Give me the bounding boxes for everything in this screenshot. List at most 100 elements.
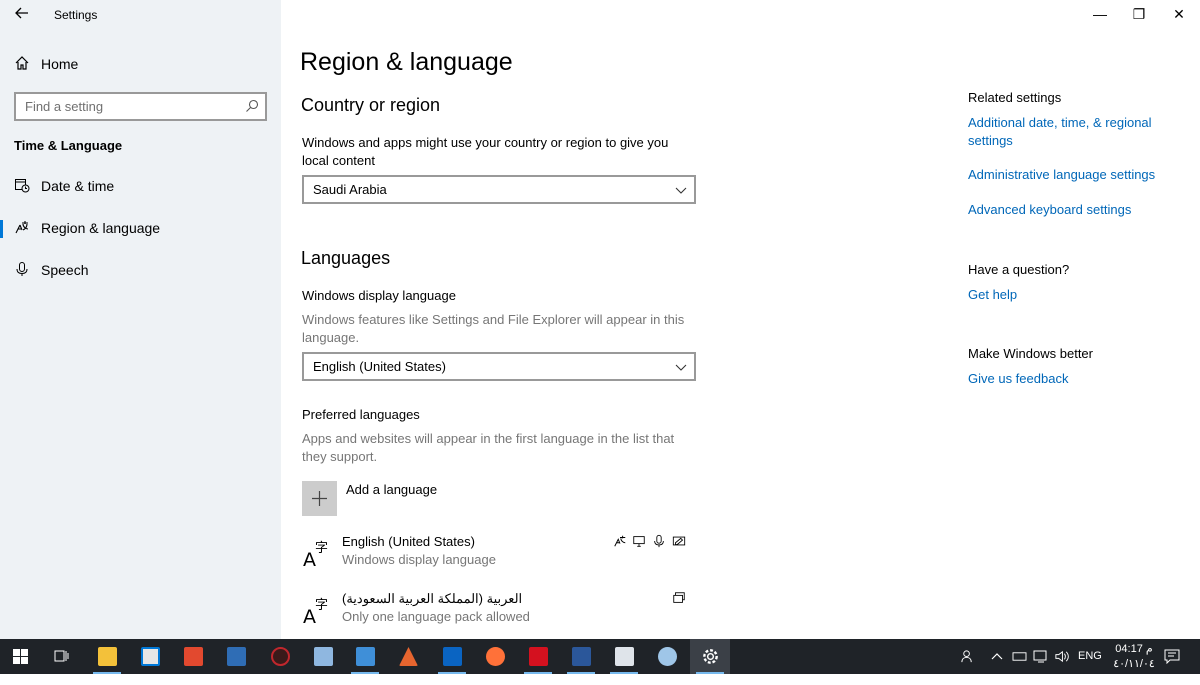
windows-logo-icon (13, 649, 28, 664)
palette-icon (658, 647, 677, 666)
restore-button[interactable]: ❐ (1127, 4, 1151, 24)
add-language-label[interactable]: Add a language (346, 481, 437, 499)
firefox-icon (486, 647, 505, 666)
preferred-languages-label: Preferred languages (302, 407, 420, 422)
administrative-language-link[interactable]: Administrative language settings (968, 166, 1155, 184)
task-view-icon (54, 650, 69, 662)
app-icon (399, 647, 418, 666)
word-icon (572, 647, 591, 666)
display-language-description: Windows features like Settings and File … (302, 312, 685, 345)
sidebar-item-label: Region & language (41, 220, 161, 236)
people-icon[interactable] (960, 649, 975, 664)
input-language-indicator[interactable]: ENG (1078, 650, 1102, 685)
task-view-button[interactable] (42, 639, 82, 674)
sidebar-item-label: Date & time (41, 178, 115, 194)
app-taskbar-button-2[interactable] (216, 639, 256, 674)
language-status: Only one language pack allowed (342, 609, 530, 624)
sidebar-item-region-language[interactable]: Region & language (0, 212, 281, 244)
battery-keyboard-icon[interactable] (1012, 650, 1027, 663)
folder-icon (98, 647, 117, 666)
gear-icon (703, 649, 718, 664)
paint-taskbar-button[interactable] (647, 639, 687, 674)
store-taskbar-button[interactable] (130, 639, 170, 674)
sidebar-item-date-time[interactable]: Date & time (0, 170, 281, 202)
volume-icon[interactable] (1054, 649, 1069, 664)
language-item-english[interactable]: A字 English (United States) Windows displ… (302, 534, 702, 574)
search-placeholder: Find a setting (25, 99, 104, 114)
app-icon (227, 647, 246, 666)
settings-taskbar-button[interactable] (690, 639, 730, 674)
outlook-icon (443, 647, 462, 666)
firefox-taskbar-button[interactable] (475, 639, 515, 674)
svg-text:字: 字 (315, 598, 328, 613)
app-taskbar-button-3[interactable] (260, 639, 300, 674)
feedback-link[interactable]: Give us feedback (968, 370, 1068, 388)
question-heading: Have a question? (968, 262, 1070, 277)
advanced-keyboard-link[interactable]: Advanced keyboard settings (968, 201, 1131, 219)
restore-icon: ❐ (1132, 6, 1146, 22)
calendar-clock-icon (15, 179, 30, 193)
chevron-down-icon (675, 364, 687, 371)
language-name: العربية (المملكة العربية السعودية) (342, 591, 523, 606)
language-item-arabic[interactable]: A字 العربية (المملكة العربية السعودية) On… (302, 591, 702, 631)
app-taskbar-button-6[interactable] (604, 639, 644, 674)
app-title: Settings (54, 8, 98, 22)
language-glyph-icon: A字 (303, 541, 328, 568)
minimize-button[interactable]: — (1088, 4, 1112, 24)
sidebar-item-speech[interactable]: Speech (0, 254, 281, 286)
get-help-link[interactable]: Get help (968, 286, 1017, 304)
language-status: Windows display language (342, 552, 496, 567)
display-language-dropdown[interactable]: English (United States) (302, 352, 696, 381)
back-arrow-icon (15, 7, 28, 19)
country-value: Saudi Arabia (313, 182, 387, 197)
clock-date: ٤٠/١١/٠٤ (1113, 658, 1155, 670)
navigation-pane: Settings Home Find a setting Time & Lang… (0, 0, 281, 639)
app-taskbar-button-1[interactable] (173, 639, 213, 674)
back-button[interactable] (12, 5, 32, 25)
clock-time: 04:17 م (1115, 643, 1153, 655)
outlook-taskbar-button[interactable] (432, 639, 472, 674)
language-glyph-icon: A字 (303, 598, 328, 625)
clock[interactable]: 04:17 م ٤٠/١١/٠٤ (1110, 642, 1158, 677)
language-name: English (United States) (342, 534, 475, 549)
plus-icon (312, 491, 327, 506)
start-button[interactable] (0, 639, 40, 674)
search-input[interactable]: Find a setting (14, 92, 267, 121)
home-icon (15, 56, 29, 70)
nav-home[interactable]: Home (0, 48, 281, 80)
section-heading: Time & Language (14, 138, 123, 153)
app-taskbar-button-4[interactable] (303, 639, 343, 674)
country-dropdown[interactable]: Saudi Arabia (302, 175, 696, 204)
app-icon (314, 647, 333, 666)
speech-feature-icon (654, 534, 664, 548)
acrobat-taskbar-button[interactable] (518, 639, 558, 674)
region-language-icon (15, 221, 29, 234)
display-language-label: Windows display language (302, 288, 456, 303)
close-button[interactable]: ✕ (1167, 4, 1191, 24)
taskbar: ENG 04:17 م ٤٠/١١/٠٤ (0, 639, 1200, 674)
preferred-languages-description: Apps and websites will appear in the fir… (302, 431, 675, 464)
file-explorer-taskbar-button[interactable] (87, 639, 127, 674)
chevron-down-icon (675, 187, 687, 194)
action-center-icon[interactable] (1164, 649, 1180, 664)
word-taskbar-button[interactable] (561, 639, 601, 674)
microphone-icon (16, 262, 28, 276)
svg-text:字: 字 (315, 541, 328, 556)
sidebar-item-label: Speech (41, 262, 89, 278)
text-to-speech-feature-icon (633, 536, 645, 547)
close-icon: ✕ (1173, 6, 1185, 22)
play-icon (356, 647, 375, 666)
network-icon[interactable] (1033, 649, 1049, 664)
additional-date-time-link[interactable]: Additional date, time, & regional settin… (968, 114, 1178, 150)
app-taskbar-button-5[interactable] (388, 639, 428, 674)
chevron-up-icon[interactable] (991, 651, 1003, 661)
display-language-value: English (United States) (313, 359, 446, 374)
app-icon (615, 647, 634, 666)
make-windows-better-heading: Make Windows better (968, 346, 1093, 361)
store-icon (141, 647, 160, 666)
minimize-icon: — (1093, 6, 1107, 22)
add-language-button[interactable] (302, 481, 337, 516)
display-language-feature-icon (614, 535, 626, 547)
media-player-taskbar-button[interactable] (345, 639, 385, 674)
languages-heading: Languages (301, 248, 391, 268)
